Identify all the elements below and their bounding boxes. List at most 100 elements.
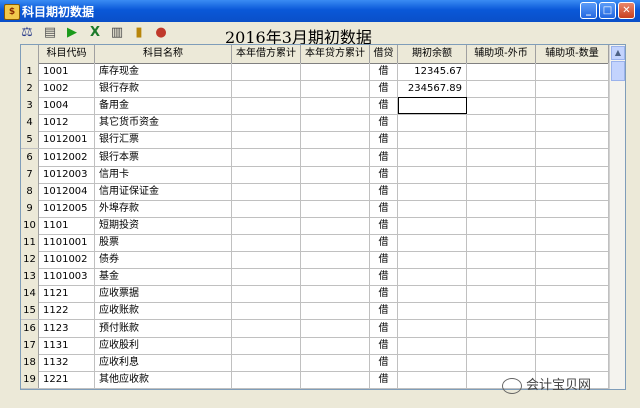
opening-balance[interactable] — [398, 165, 467, 183]
print-preview-icon[interactable]: ▤ — [42, 25, 58, 41]
close-button[interactable]: ✕ — [618, 2, 635, 19]
account-code[interactable]: 1012005 — [39, 199, 95, 217]
credit-cell[interactable] — [301, 114, 370, 132]
opening-balance[interactable] — [398, 216, 467, 234]
table-row[interactable]: 7 1012003 信用卡 借 — [21, 165, 609, 184]
opening-balance[interactable] — [398, 353, 467, 371]
aux-currency-cell[interactable] — [467, 80, 536, 98]
scroll-thumb[interactable] — [611, 61, 625, 81]
credit-cell[interactable] — [301, 370, 370, 388]
header-debit[interactable]: 本年借方累计 — [232, 45, 301, 63]
table-row[interactable]: 2 1002 银行存款 借 234567.89 — [21, 80, 609, 99]
account-code[interactable]: 1132 — [39, 353, 95, 371]
account-name[interactable]: 外埠存款 — [95, 199, 232, 217]
aux-currency-cell[interactable] — [467, 285, 536, 303]
credit-cell[interactable] — [301, 199, 370, 217]
header-code[interactable]: 科目代码 — [39, 45, 95, 63]
debit-cell[interactable] — [232, 319, 301, 337]
account-code[interactable]: 1101 — [39, 216, 95, 234]
account-name[interactable]: 银行本票 — [95, 148, 232, 166]
table-row[interactable]: 8 1012004 信用证保证金 借 — [21, 182, 609, 201]
aux-currency-cell[interactable] — [467, 131, 536, 149]
aux-currency-cell[interactable] — [467, 353, 536, 371]
exit-door-icon[interactable]: ▮ — [131, 25, 147, 41]
direction[interactable]: 借 — [370, 336, 398, 354]
debit-cell[interactable] — [232, 165, 301, 183]
stop-icon[interactable]: ● — [153, 25, 169, 41]
header-credit[interactable]: 本年贷方累计 — [301, 45, 370, 63]
table-row[interactable]: 14 1121 应收票据 借 — [21, 285, 609, 304]
credit-cell[interactable] — [301, 148, 370, 166]
account-name[interactable]: 预付账款 — [95, 319, 232, 337]
direction[interactable]: 借 — [370, 285, 398, 303]
aux-quantity-cell[interactable] — [536, 336, 609, 354]
opening-balance[interactable] — [398, 182, 467, 200]
opening-balance[interactable] — [398, 302, 467, 320]
aux-quantity-cell[interactable] — [536, 199, 609, 217]
run-icon[interactable]: ▶ — [64, 25, 80, 41]
aux-quantity-cell[interactable] — [536, 148, 609, 166]
credit-cell[interactable] — [301, 182, 370, 200]
account-name[interactable]: 其它货币资金 — [95, 114, 232, 132]
account-code[interactable]: 1012004 — [39, 182, 95, 200]
credit-cell[interactable] — [301, 97, 370, 115]
credit-cell[interactable] — [301, 319, 370, 337]
opening-balance[interactable] — [398, 285, 467, 303]
opening-balance[interactable] — [398, 370, 467, 388]
header-aux-quantity[interactable]: 辅助项-数量 — [536, 45, 609, 63]
aux-currency-cell[interactable] — [467, 319, 536, 337]
account-code[interactable]: 1122 — [39, 302, 95, 320]
account-name[interactable]: 应收账款 — [95, 302, 232, 320]
debit-cell[interactable] — [232, 63, 301, 80]
aux-quantity-cell[interactable] — [536, 319, 609, 337]
credit-cell[interactable] — [301, 285, 370, 303]
opening-balance[interactable] — [398, 148, 467, 166]
account-code[interactable]: 1012003 — [39, 165, 95, 183]
credit-cell[interactable] — [301, 63, 370, 80]
account-code[interactable]: 1012 — [39, 114, 95, 132]
table-row[interactable]: 17 1131 应收股利 借 — [21, 336, 609, 355]
account-code[interactable]: 1004 — [39, 97, 95, 115]
debit-cell[interactable] — [232, 131, 301, 149]
aux-currency-cell[interactable] — [467, 97, 536, 115]
debit-cell[interactable] — [232, 199, 301, 217]
aux-quantity-cell[interactable] — [536, 268, 609, 286]
debit-cell[interactable] — [232, 285, 301, 303]
account-code[interactable]: 1101003 — [39, 268, 95, 286]
vertical-scrollbar[interactable]: ▲ — [609, 45, 625, 389]
table-row[interactable]: 4 1012 其它货币资金 借 — [21, 114, 609, 133]
opening-balance[interactable]: 12345.67 — [398, 63, 467, 80]
opening-balance[interactable] — [398, 97, 467, 115]
direction[interactable]: 借 — [370, 148, 398, 166]
opening-balance[interactable] — [398, 336, 467, 354]
direction[interactable]: 借 — [370, 165, 398, 183]
opening-balance[interactable]: 234567.89 — [398, 80, 467, 98]
table-row[interactable]: 18 1132 应收利息 借 — [21, 353, 609, 372]
account-name[interactable]: 短期投资 — [95, 216, 232, 234]
aux-currency-cell[interactable] — [467, 148, 536, 166]
aux-currency-cell[interactable] — [467, 199, 536, 217]
credit-cell[interactable] — [301, 268, 370, 286]
credit-cell[interactable] — [301, 336, 370, 354]
direction[interactable]: 借 — [370, 131, 398, 149]
debit-cell[interactable] — [232, 302, 301, 320]
aux-currency-cell[interactable] — [467, 216, 536, 234]
account-name[interactable]: 信用证保证金 — [95, 182, 232, 200]
account-name[interactable]: 银行存款 — [95, 80, 232, 98]
account-code[interactable]: 1101002 — [39, 251, 95, 269]
header-direction[interactable]: 借贷 — [370, 45, 398, 63]
opening-balance[interactable] — [398, 268, 467, 286]
header-balance[interactable]: 期初余额 — [398, 45, 467, 63]
scroll-up-arrow-icon[interactable]: ▲ — [611, 46, 625, 60]
debit-cell[interactable] — [232, 370, 301, 388]
direction[interactable]: 借 — [370, 234, 398, 251]
direction[interactable]: 借 — [370, 216, 398, 234]
opening-balance[interactable] — [398, 234, 467, 251]
table-row[interactable]: 9 1012005 外埠存款 借 — [21, 199, 609, 218]
debit-cell[interactable] — [232, 336, 301, 354]
opening-balance[interactable] — [398, 319, 467, 337]
table-row[interactable]: 10 1101 短期投资 借 — [21, 216, 609, 235]
direction[interactable]: 借 — [370, 80, 398, 98]
account-name[interactable]: 应收票据 — [95, 285, 232, 303]
aux-currency-cell[interactable] — [467, 302, 536, 320]
